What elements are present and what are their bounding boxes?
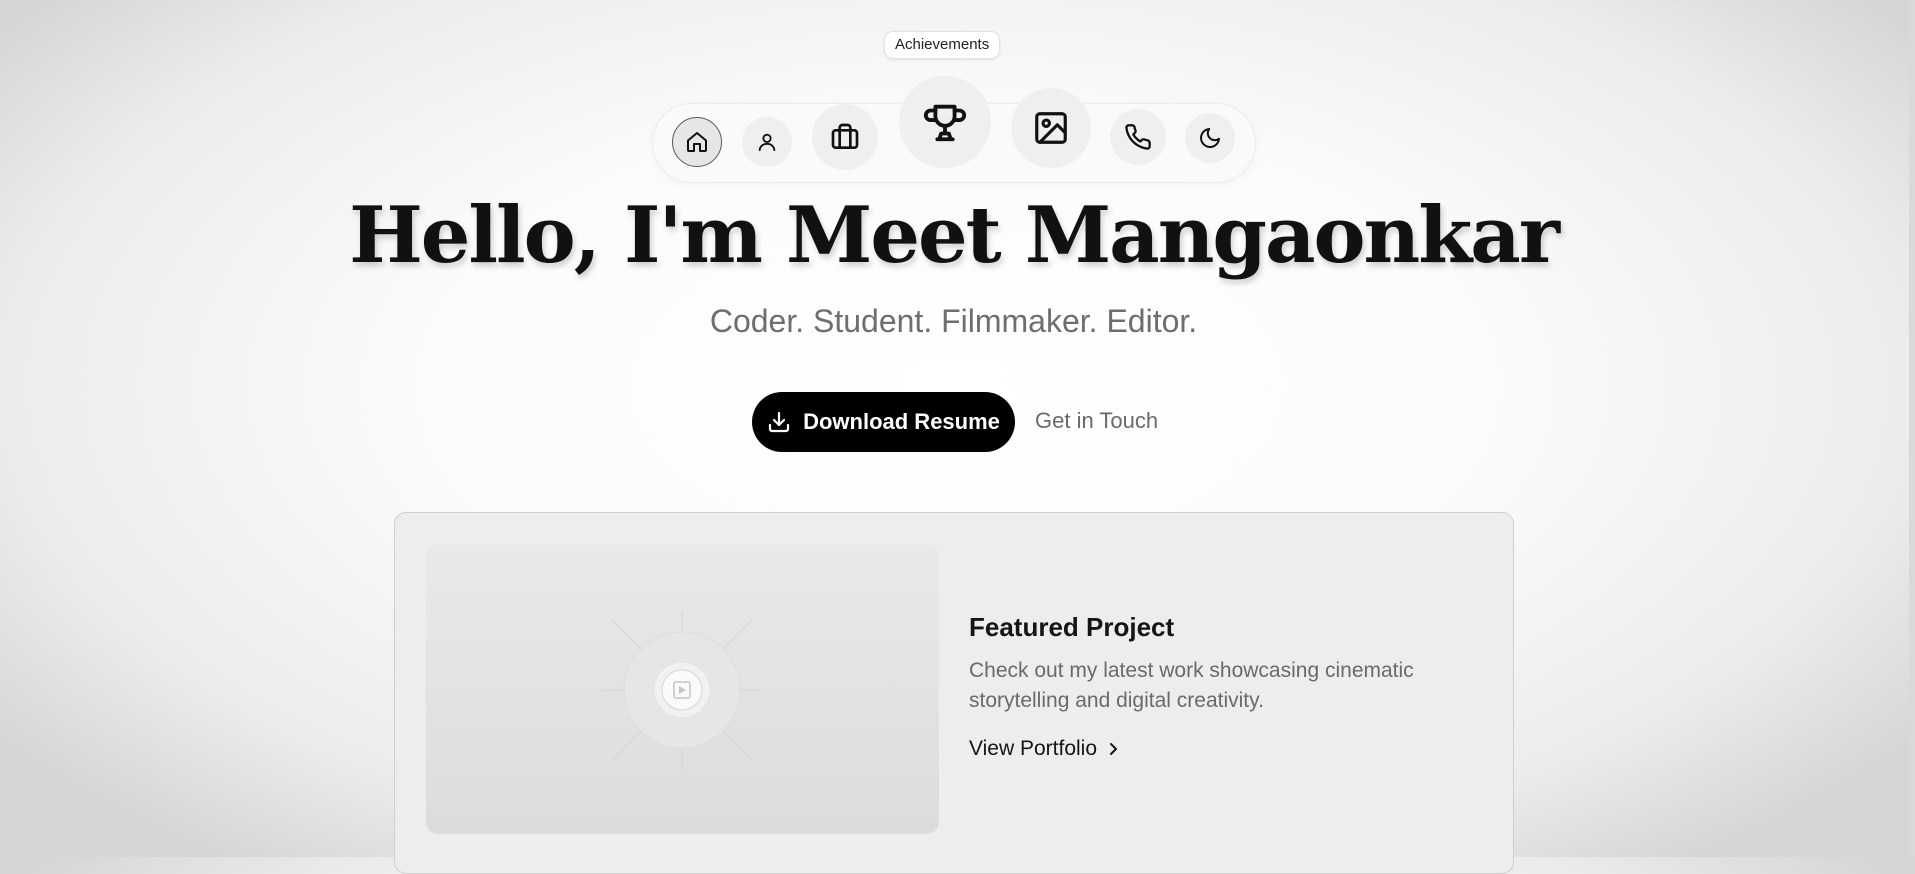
hero-subtitle: Coder. Student. Filmmaker. Editor. xyxy=(709,303,1198,339)
get-in-touch-button[interactable]: Get in Touch xyxy=(1035,408,1158,434)
trophy-icon xyxy=(923,104,967,142)
scrollbar-edge xyxy=(1909,0,1915,857)
play-placeholder-icon xyxy=(602,610,762,770)
briefcase-icon xyxy=(831,123,859,149)
nav-about-button[interactable] xyxy=(742,117,792,167)
theme-toggle-button[interactable] xyxy=(1185,113,1235,163)
moon-icon xyxy=(1200,128,1220,148)
featured-project-description: Check out my latest work showcasing cine… xyxy=(969,659,1414,712)
nav-tooltip: Achievements xyxy=(884,31,1001,59)
view-portfolio-link[interactable]: View Portfolio xyxy=(969,737,1121,761)
download-resume-button[interactable]: Download Resume xyxy=(752,392,1015,452)
download-resume-label: Download Resume xyxy=(803,409,1000,434)
nav-achievements-button[interactable] xyxy=(899,76,991,168)
nav-contact-button[interactable] xyxy=(1110,109,1166,165)
nav-dock xyxy=(652,76,1256,183)
chevron-right-icon xyxy=(1110,743,1118,755)
featured-project-title: Featured Project xyxy=(969,612,1175,642)
nav-experience-button[interactable] xyxy=(812,104,878,170)
phone-icon xyxy=(1125,124,1151,150)
nav-gallery-button[interactable] xyxy=(1011,88,1091,168)
view-portfolio-label: View Portfolio xyxy=(969,737,1098,760)
home-icon xyxy=(687,132,707,152)
featured-project-card: Featured Project Check out my latest wor… xyxy=(394,512,1514,874)
nav-home-button[interactable] xyxy=(672,117,722,167)
download-icon xyxy=(768,411,790,433)
hero-title: Hello, I'm Meet Mangaonkar xyxy=(349,190,1560,281)
featured-project-media[interactable] xyxy=(426,544,939,834)
image-icon xyxy=(1035,112,1067,144)
user-icon xyxy=(758,133,776,152)
